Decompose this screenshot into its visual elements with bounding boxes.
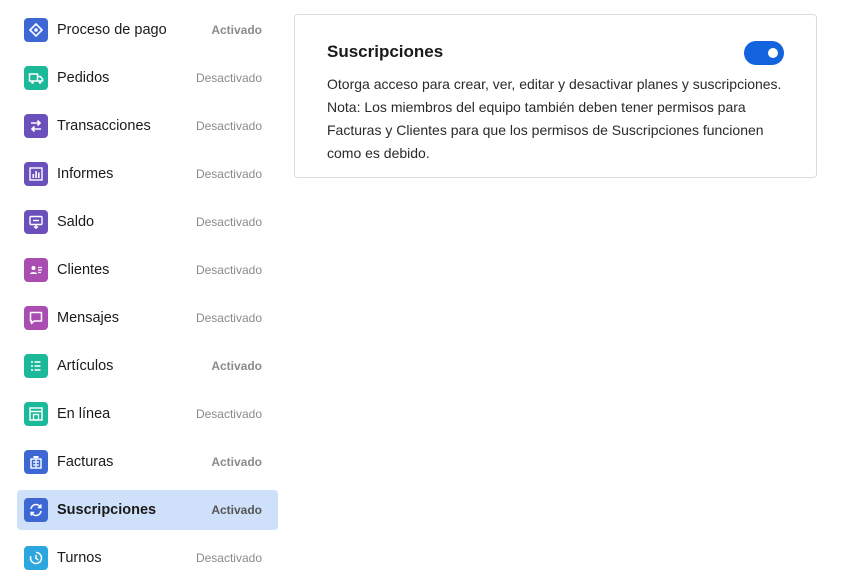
sidebar-item-label: Facturas xyxy=(57,454,114,470)
status-text: Desactivado xyxy=(195,167,262,181)
permission-detail-card: Suscripciones Otorga acceso para crear, … xyxy=(294,14,817,178)
status-text: Desactivado xyxy=(195,263,262,277)
sidebar-item-informes[interactable]: Informes Desactivado xyxy=(17,154,278,194)
sidebar-item-facturas[interactable]: Facturas Activado xyxy=(17,442,278,482)
sidebar-item-label: Clientes xyxy=(57,262,110,278)
storefront-icon xyxy=(24,402,48,426)
status-text: Desactivado xyxy=(195,215,262,229)
sidebar-item-transacciones[interactable]: Transacciones Desactivado xyxy=(17,106,278,146)
sidebar-item-turnos[interactable]: Turnos Desactivado xyxy=(17,538,278,578)
status-text: Activado xyxy=(211,503,262,517)
status-text: Activado xyxy=(211,359,262,373)
permissions-sidebar: Proceso de pago Activado Pedidos Desacti… xyxy=(17,10,278,586)
permission-toggle[interactable] xyxy=(744,41,784,65)
toggle-knob xyxy=(768,48,778,58)
sidebar-item-label: Artículos xyxy=(57,358,114,374)
clock-icon xyxy=(24,546,48,570)
balance-icon xyxy=(24,210,48,234)
sidebar-item-pedidos[interactable]: Pedidos Desactivado xyxy=(17,58,278,98)
sidebar-item-suscripciones[interactable]: Suscripciones Activado xyxy=(17,490,278,530)
list-icon xyxy=(24,354,48,378)
permission-description: Otorga acceso para crear, ver, editar y … xyxy=(327,76,782,161)
sidebar-item-label: Informes xyxy=(57,166,114,182)
sidebar-item-label: Transacciones xyxy=(57,118,151,134)
sidebar-item-articulos[interactable]: Artículos Activado xyxy=(17,346,278,386)
sidebar-item-en-linea[interactable]: En línea Desactivado xyxy=(17,394,278,434)
permission-title: Suscripciones xyxy=(327,42,444,61)
sidebar-item-clientes[interactable]: Clientes Desactivado xyxy=(17,250,278,290)
invoice-icon xyxy=(24,450,48,474)
sidebar-item-mensajes[interactable]: Mensajes Desactivado xyxy=(17,298,278,338)
sidebar-item-label: Pedidos xyxy=(57,70,110,86)
customer-card-icon xyxy=(24,258,48,282)
status-text: Desactivado xyxy=(195,311,262,325)
checkout-icon xyxy=(24,18,48,42)
status-text: Activado xyxy=(211,23,262,37)
sidebar-item-label: En línea xyxy=(57,406,111,422)
status-text: Desactivado xyxy=(195,407,262,421)
status-text: Desactivado xyxy=(195,71,262,85)
truck-icon xyxy=(24,66,48,90)
status-text: Desactivado xyxy=(195,551,262,565)
sidebar-item-label: Proceso de pago xyxy=(57,22,167,38)
status-text: Desactivado xyxy=(195,119,262,133)
status-text: Activado xyxy=(211,455,262,469)
sidebar-item-proceso-de-pago[interactable]: Proceso de pago Activado xyxy=(17,10,278,50)
sidebar-item-label: Suscripciones xyxy=(57,502,157,518)
swap-arrows-icon xyxy=(24,114,48,138)
sidebar-item-label: Mensajes xyxy=(57,310,120,326)
sidebar-item-label: Saldo xyxy=(57,214,95,230)
message-icon xyxy=(24,306,48,330)
bar-chart-icon xyxy=(24,162,48,186)
sidebar-item-saldo[interactable]: Saldo Desactivado xyxy=(17,202,278,242)
refresh-icon xyxy=(24,498,48,522)
sidebar-item-label: Turnos xyxy=(57,550,102,566)
